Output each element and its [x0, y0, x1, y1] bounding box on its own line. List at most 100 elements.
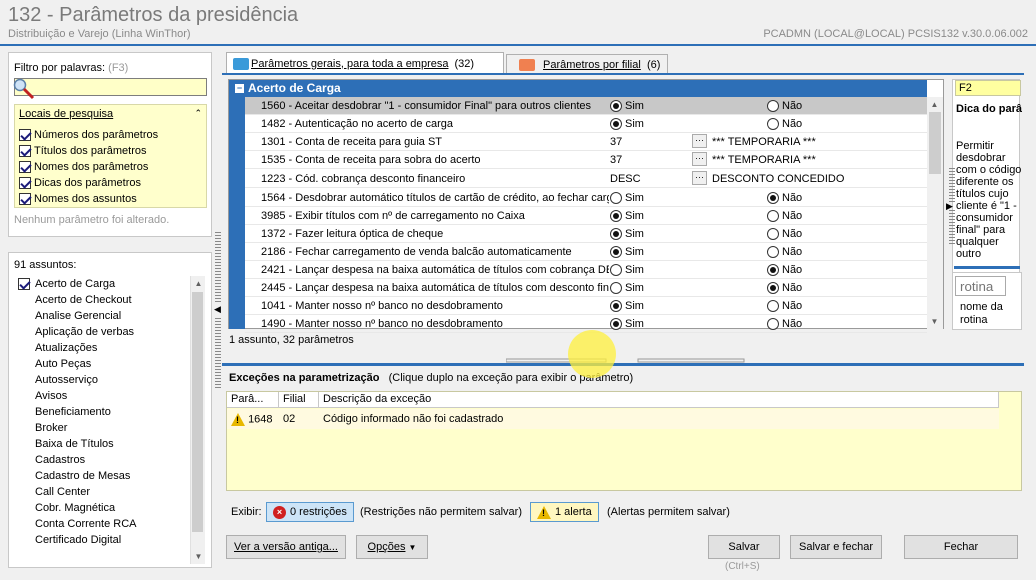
checkbox-icon[interactable] [19, 145, 31, 157]
sim-option[interactable]: Sim [610, 192, 644, 205]
radio-icon[interactable] [610, 228, 622, 241]
rotina-input[interactable] [955, 276, 1006, 296]
checkbox-icon[interactable] [19, 161, 31, 173]
group-header[interactable]: − Acerto de Carga [229, 80, 927, 97]
subject-item[interactable]: Acerto de Checkout [14, 292, 190, 308]
subject-item[interactable]: Baixa de Títulos [14, 436, 190, 452]
splitter-handle[interactable] [949, 210, 955, 244]
radio-icon[interactable] [767, 100, 779, 113]
lookup-button[interactable]: ··· [692, 171, 707, 185]
subject-item[interactable]: Atualizações [14, 340, 190, 356]
radio-icon[interactable] [767, 282, 779, 295]
radio-icon[interactable] [610, 246, 622, 259]
splitter-handle[interactable] [949, 168, 955, 202]
radio-icon[interactable] [767, 300, 779, 313]
filter-input[interactable] [14, 78, 207, 96]
collapse-group-icon[interactable]: − [235, 84, 244, 94]
alerts-toggle[interactable]: 1 alerta [530, 502, 599, 522]
scroll-up-icon[interactable]: ▲ [191, 276, 206, 291]
subject-item[interactable]: Certificado Digital [14, 532, 190, 548]
radio-icon[interactable] [767, 118, 779, 131]
lookup-button[interactable]: ··· [692, 134, 707, 148]
nao-option[interactable]: Não [767, 300, 802, 313]
param-value[interactable]: DESC [610, 173, 641, 185]
restrictions-toggle[interactable]: × 0 restrições [266, 502, 354, 522]
subject-item[interactable]: Autosserviço [14, 372, 190, 388]
nao-option[interactable]: Não [767, 282, 802, 295]
param-value[interactable]: 37 [610, 136, 622, 148]
radio-icon[interactable] [610, 282, 622, 295]
checkbox-icon[interactable] [19, 177, 31, 189]
subject-item[interactable]: Broker [14, 420, 190, 436]
splitter-handle[interactable] [215, 232, 221, 302]
close-button[interactable]: Fechar [904, 535, 1018, 559]
subject-item[interactable]: Acerto de Carga [14, 276, 190, 292]
sim-option[interactable]: Sim [610, 210, 644, 223]
save-close-button[interactable]: Salvar e fechar [790, 535, 882, 559]
subject-item[interactable]: Beneficiamento [14, 404, 190, 420]
sim-option[interactable]: Sim [610, 282, 644, 295]
tab-branch-params[interactable]: Parâmetros por filial (6) [506, 54, 668, 74]
subject-item[interactable]: Conta Corrente RCA [14, 516, 190, 532]
radio-icon[interactable] [610, 210, 622, 223]
subject-item[interactable]: Cobr. Magnética [14, 500, 190, 516]
subject-item[interactable]: Aplicação de verbas [14, 324, 190, 340]
sim-option[interactable]: Sim [610, 246, 644, 259]
splitter-handle[interactable] [215, 318, 221, 388]
location-numbers[interactable]: Números dos parâmetros [19, 127, 158, 143]
tab-general-params[interactable]: Parâmetros gerais, para toda a empresa (3… [226, 52, 504, 74]
param-row[interactable]: 1301 - Conta de receita para guia ST 37 ··… [245, 133, 927, 151]
subject-item[interactable]: Cadastros [14, 452, 190, 468]
param-row[interactable]: 2445 - Lançar despesa na baixa automátic… [245, 279, 927, 297]
param-row[interactable]: 1535 - Conta de receita para sobra do ac… [245, 151, 927, 169]
sim-option[interactable]: Sim [610, 118, 644, 131]
exception-row[interactable]: 1648 02 Código informado não foi cadastr… [227, 409, 999, 429]
nao-option[interactable]: Não [767, 210, 802, 223]
collapse-icon[interactable]: ⌃ [194, 108, 202, 119]
col-desc[interactable]: Descrição da exceção [319, 392, 999, 407]
radio-icon[interactable] [610, 192, 622, 205]
nao-option[interactable]: Não [767, 192, 802, 205]
param-row[interactable]: 2186 - Fechar carregamento de venda balc… [245, 243, 927, 261]
param-row[interactable]: 1560 - Aceitar desdobrar "1 - consumidor… [245, 97, 927, 115]
sim-option[interactable]: Sim [610, 300, 644, 313]
sim-option[interactable]: Sim [610, 264, 644, 277]
radio-icon[interactable] [610, 100, 622, 113]
checkbox-icon[interactable] [18, 278, 30, 290]
subject-item[interactable]: Auto Peças [14, 356, 190, 372]
nao-option[interactable]: Não [767, 118, 802, 131]
nao-option[interactable]: Não [767, 264, 802, 277]
param-row[interactable]: 2421 - Lançar despesa na baixa automátic… [245, 261, 927, 279]
param-row[interactable]: 1564 - Desdobrar automático títulos de c… [245, 189, 927, 207]
scroll-down-icon[interactable]: ▼ [927, 314, 942, 329]
scroll-up-icon[interactable]: ▲ [927, 97, 942, 112]
tip-key[interactable]: F2 [955, 80, 1021, 96]
grid-scroll-thumb[interactable] [929, 112, 941, 174]
subjects-scroll-thumb[interactable] [192, 292, 203, 532]
radio-icon[interactable] [610, 300, 622, 313]
param-row[interactable]: 1372 - Fazer leitura óptica de cheque Sim… [245, 225, 927, 243]
sim-option[interactable]: Sim [610, 100, 644, 113]
scroll-down-icon[interactable]: ▼ [191, 549, 206, 564]
location-names[interactable]: Nomes dos parâmetros [19, 159, 148, 175]
subject-item[interactable]: Call Center [14, 484, 190, 500]
checkbox-icon[interactable] [19, 193, 31, 205]
param-row[interactable]: 1482 - Autenticação no acerto de carga Si… [245, 115, 927, 133]
sim-option[interactable]: Sim [610, 228, 644, 241]
param-row[interactable]: 1223 - Cód. cobrança desconto financeiro… [245, 170, 927, 188]
lookup-button[interactable]: ··· [692, 152, 707, 166]
radio-icon[interactable] [767, 264, 779, 277]
param-row[interactable]: 3985 - Exibir títulos com nº de carregam… [245, 207, 927, 225]
nao-option[interactable]: Não [767, 228, 802, 241]
radio-icon[interactable] [610, 264, 622, 277]
radio-icon[interactable] [767, 318, 779, 331]
subject-item[interactable]: Analise Gerencial [14, 308, 190, 324]
col-param[interactable]: Parâ... [227, 392, 279, 407]
col-filial[interactable]: Filial [279, 392, 319, 407]
subject-item[interactable]: Avisos [14, 388, 190, 404]
location-subjects[interactable]: Nomes dos assuntos [19, 191, 137, 207]
options-button[interactable]: Opções ▼ [356, 535, 428, 559]
nao-option[interactable]: Não [767, 318, 802, 331]
location-tips[interactable]: Dicas dos parâmetros [19, 175, 141, 191]
old-version-button[interactable]: Ver a versão antiga... [226, 535, 346, 559]
